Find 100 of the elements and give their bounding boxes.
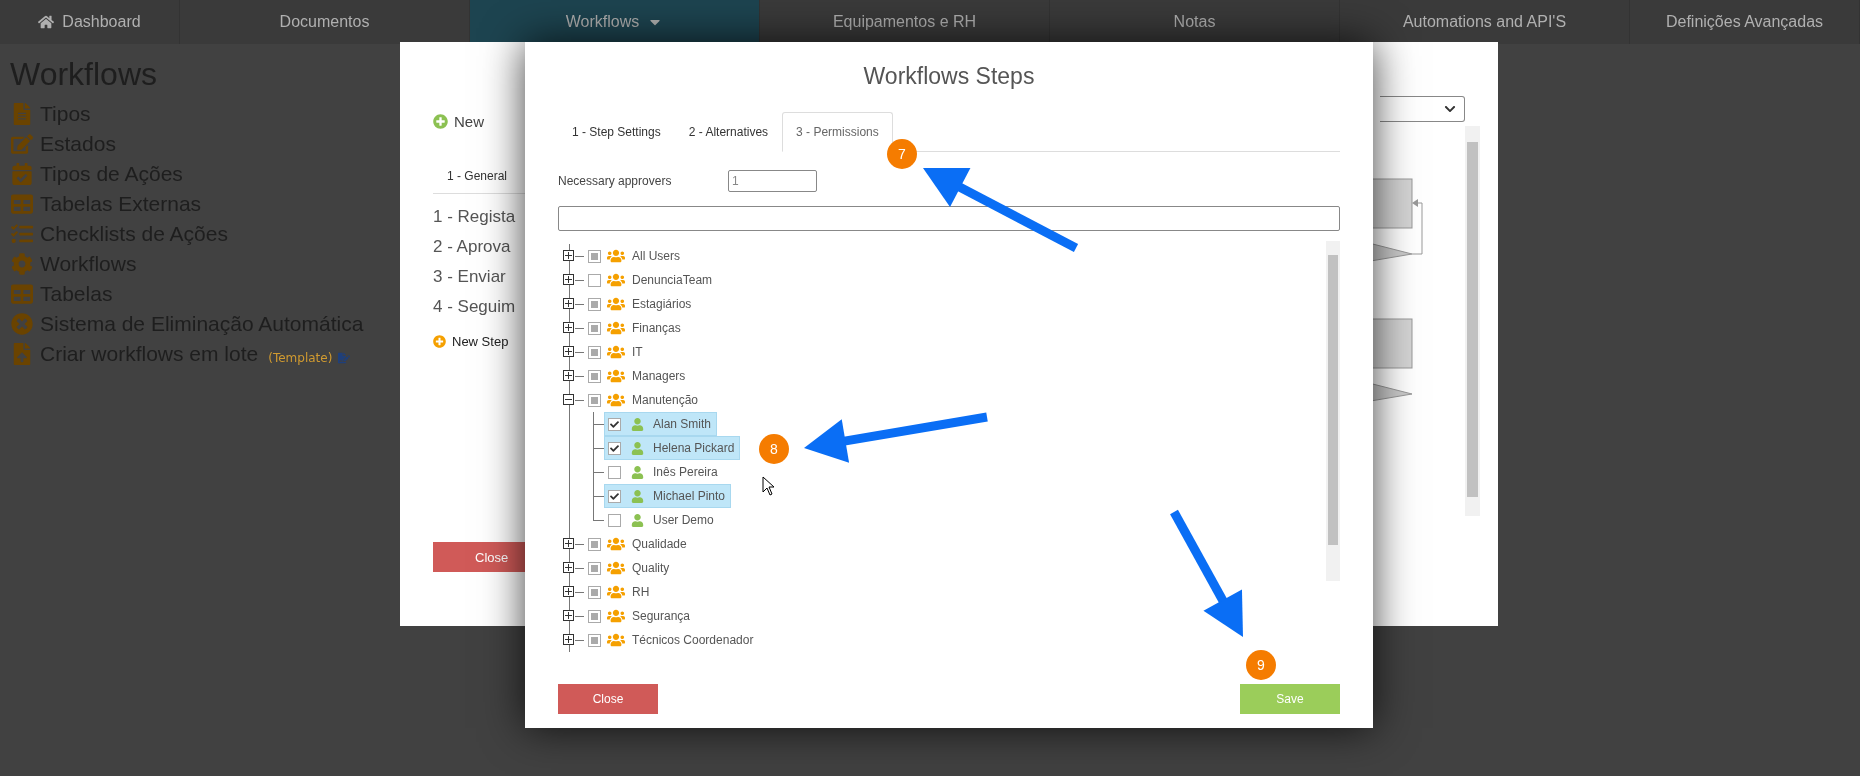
group-label[interactable]: Estagiários bbox=[632, 297, 692, 311]
checkbox[interactable] bbox=[588, 297, 601, 311]
users-icon bbox=[607, 535, 625, 553]
checkbox[interactable] bbox=[588, 321, 601, 335]
expand-toggle[interactable] bbox=[563, 370, 574, 381]
checkbox[interactable] bbox=[608, 489, 621, 503]
expand-toggle[interactable] bbox=[563, 250, 574, 261]
menu-icon bbox=[10, 223, 34, 245]
group-label[interactable]: Técnicos Coordenador bbox=[632, 633, 754, 647]
checkbox[interactable] bbox=[588, 369, 601, 383]
step-item[interactable]: 2 - Aprova bbox=[433, 232, 511, 262]
expand-toggle[interactable] bbox=[563, 634, 574, 645]
group-label[interactable]: RH bbox=[632, 585, 650, 599]
cursor-icon bbox=[762, 476, 776, 496]
user-item[interactable]: Inês Pereira bbox=[604, 460, 724, 484]
user-icon bbox=[631, 489, 644, 503]
home-icon bbox=[38, 14, 55, 30]
approvers-field[interactable]: 1 bbox=[728, 170, 817, 192]
new-link[interactable]: New bbox=[433, 109, 525, 133]
checkbox[interactable] bbox=[588, 249, 601, 263]
expand-toggle[interactable] bbox=[563, 538, 574, 549]
checkbox[interactable] bbox=[588, 345, 601, 359]
users-icon bbox=[607, 607, 625, 625]
checkbox[interactable] bbox=[588, 393, 601, 407]
expand-toggle[interactable] bbox=[563, 586, 574, 597]
expand-toggle[interactable] bbox=[563, 610, 574, 621]
checkbox[interactable] bbox=[588, 561, 601, 575]
nav-tab[interactable]: Workflows bbox=[470, 0, 760, 44]
user-icon bbox=[631, 417, 644, 431]
expand-toggle[interactable] bbox=[563, 322, 574, 333]
users-icon bbox=[607, 343, 625, 361]
group-label[interactable]: Segurança bbox=[632, 609, 691, 623]
scrollbar[interactable] bbox=[1465, 126, 1480, 516]
step-item[interactable]: 4 - Seguim bbox=[433, 292, 516, 322]
users-icon bbox=[607, 583, 625, 601]
user-icon bbox=[631, 441, 644, 455]
plus-icon bbox=[565, 540, 572, 547]
collapse-toggle[interactable] bbox=[563, 394, 574, 405]
dialog-title: Workflows Steps bbox=[863, 62, 1035, 90]
checkbox[interactable] bbox=[588, 537, 601, 551]
users-icon bbox=[607, 631, 625, 649]
expand-toggle[interactable] bbox=[563, 274, 574, 285]
plus-icon bbox=[433, 113, 448, 129]
group-label[interactable]: Finanças bbox=[632, 321, 681, 335]
dialog-tab[interactable]: 3 - Permissions bbox=[782, 112, 893, 152]
expand-toggle[interactable] bbox=[563, 562, 574, 573]
group-label[interactable]: All Users bbox=[632, 249, 680, 263]
select-field[interactable] bbox=[1380, 96, 1465, 122]
users-icon bbox=[607, 367, 625, 385]
checkbox[interactable] bbox=[608, 465, 621, 479]
scrollbar[interactable] bbox=[1326, 241, 1340, 581]
plus-icon bbox=[565, 588, 572, 595]
user-item[interactable]: Alan Smith bbox=[604, 412, 718, 436]
users-icon bbox=[607, 391, 625, 409]
nav-tab[interactable]: Definições Avançadas bbox=[1630, 0, 1860, 44]
menu-icon bbox=[10, 253, 34, 275]
group-label[interactable]: Managers bbox=[632, 369, 686, 383]
checkbox[interactable] bbox=[588, 633, 601, 647]
checkbox[interactable] bbox=[588, 585, 601, 599]
plus-icon bbox=[565, 564, 572, 571]
group-label[interactable]: Manutenção bbox=[632, 393, 699, 407]
plus-icon bbox=[565, 276, 572, 283]
user-icon bbox=[631, 465, 644, 479]
field-label: Necessary approvers bbox=[558, 174, 673, 188]
new-step-link[interactable]: New Step bbox=[433, 334, 525, 349]
nav-tab[interactable]: Dashboard bbox=[0, 0, 180, 44]
minus-icon bbox=[565, 396, 572, 403]
menu-icon bbox=[10, 133, 34, 155]
plus-icon bbox=[565, 636, 572, 643]
step-item[interactable]: 1 - Regista bbox=[433, 202, 516, 232]
plus-icon bbox=[565, 300, 572, 307]
search-field[interactable] bbox=[558, 206, 1340, 231]
menu-icon bbox=[10, 163, 34, 185]
users-icon bbox=[607, 271, 625, 289]
expand-toggle[interactable] bbox=[563, 298, 574, 309]
checkbox[interactable] bbox=[608, 417, 621, 431]
checkbox[interactable] bbox=[588, 609, 601, 623]
user-item[interactable]: User Demo bbox=[604, 508, 720, 532]
user-item[interactable]: Helena Pickard bbox=[604, 436, 741, 460]
menu-icon bbox=[10, 193, 34, 215]
expand-toggle[interactable] bbox=[563, 346, 574, 357]
plus-icon bbox=[565, 612, 572, 619]
close-button[interactable]: Close bbox=[558, 684, 658, 714]
close-button[interactable]: Close bbox=[433, 542, 525, 572]
plus-icon bbox=[433, 335, 446, 348]
plus-icon bbox=[565, 348, 572, 355]
users-icon bbox=[607, 319, 625, 337]
step-item[interactable]: 3 - Enviar bbox=[433, 262, 506, 292]
group-label[interactable]: Qualidade bbox=[632, 537, 687, 551]
checkbox[interactable] bbox=[608, 513, 621, 527]
users-icon bbox=[607, 295, 625, 313]
group-label[interactable]: DenunciaTeam bbox=[632, 273, 713, 287]
checkbox[interactable] bbox=[588, 273, 601, 287]
users-icon bbox=[607, 559, 625, 577]
menu-icon bbox=[10, 313, 34, 335]
template-link[interactable]: (Template) bbox=[268, 351, 333, 365]
group-label[interactable]: IT bbox=[632, 345, 643, 359]
user-item[interactable]: Michael Pinto bbox=[604, 484, 732, 508]
group-label[interactable]: Quality bbox=[632, 561, 670, 575]
checkbox[interactable] bbox=[608, 441, 621, 455]
